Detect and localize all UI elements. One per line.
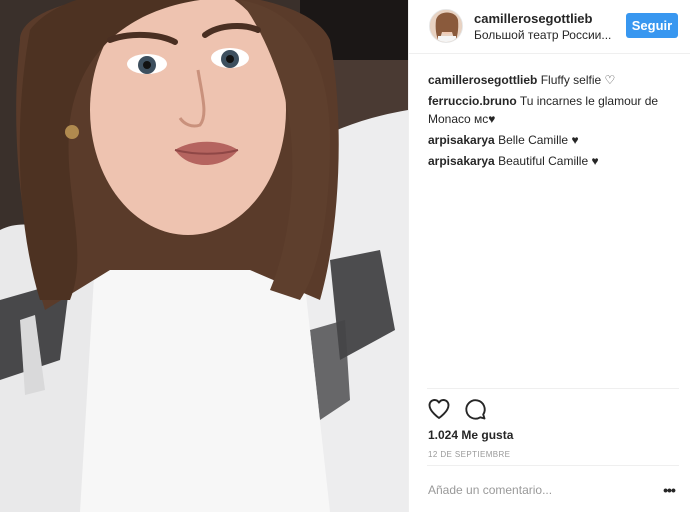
instagram-post: camillerosegottlieb Большой театр России…: [0, 0, 690, 512]
comment: arpisakarya Belle Camille ♥: [428, 131, 678, 149]
comment-username[interactable]: camillerosegottlieb: [428, 73, 537, 87]
heart-icon[interactable]: [427, 397, 453, 423]
comment-text: Fluffy selfie ♡: [540, 73, 616, 87]
avatar[interactable]: [429, 9, 463, 43]
avatar-image: [430, 10, 462, 42]
post-photo[interactable]: [0, 0, 408, 512]
likes-count[interactable]: 1.024 Me gusta: [428, 428, 513, 442]
post-date[interactable]: 12 de septiembre: [428, 450, 510, 459]
post-location[interactable]: Большой театр России...: [474, 28, 611, 42]
divider: [427, 465, 679, 466]
post-header: camillerosegottlieb Большой театр России…: [409, 0, 690, 54]
follow-button[interactable]: Seguir: [626, 13, 678, 38]
comment-text: Beautiful Camille ♥: [498, 154, 599, 168]
add-comment-input[interactable]: [428, 478, 648, 502]
selfie-image: [0, 0, 408, 512]
comment-username[interactable]: ferruccio.bruno: [428, 94, 517, 108]
comment: arpisakarya Beautiful Camille ♥: [428, 152, 678, 170]
comments-list: camillerosegottlieb Fluffy selfie ♡ ferr…: [428, 71, 678, 173]
comment-username[interactable]: arpisakarya: [428, 133, 495, 147]
comment: camillerosegottlieb Fluffy selfie ♡: [428, 71, 678, 89]
divider: [427, 388, 679, 389]
post-sidebar: camillerosegottlieb Большой театр России…: [408, 0, 690, 512]
post-username[interactable]: camillerosegottlieb: [474, 11, 592, 26]
comment-username[interactable]: arpisakarya: [428, 154, 495, 168]
more-options-button[interactable]: •••: [659, 480, 679, 500]
comment-text: Belle Camille ♥: [498, 133, 579, 147]
comment-icon[interactable]: [463, 397, 489, 423]
comment: ferruccio.bruno Tu incarnes le glamour d…: [428, 92, 678, 128]
